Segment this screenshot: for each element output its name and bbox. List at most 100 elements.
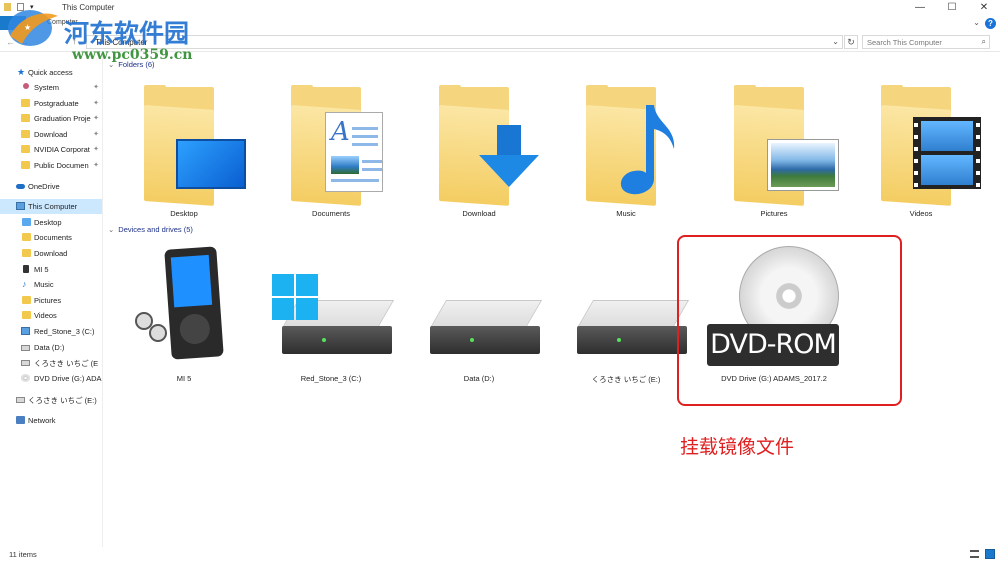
sidebar-item-postgraduate[interactable]: Postgraduate ✦	[0, 96, 102, 111]
svg-text:★: ★	[24, 23, 31, 32]
desktop-screen-icon	[176, 139, 246, 189]
folder-icon	[881, 85, 981, 206]
close-button[interactable]: ✕	[968, 0, 1000, 16]
media-player-icon	[164, 246, 224, 360]
windows-drive-icon	[21, 327, 30, 335]
folder-tile-music[interactable]: Music	[553, 85, 699, 227]
device-tile-drive-d[interactable]: Data (D:)	[406, 240, 552, 383]
folder-icon	[144, 85, 246, 206]
folder-icon	[21, 114, 30, 122]
refresh-button[interactable]: ↻	[844, 35, 858, 49]
pictures-icon	[22, 296, 31, 304]
ribbon-toggle-icon[interactable]: ⌄	[973, 18, 980, 27]
film-strip-icon	[913, 117, 981, 189]
sidebar-item-graduation[interactable]: Graduation Proje ✦	[0, 111, 102, 126]
usb-drive-icon	[16, 397, 25, 403]
details-view-icon[interactable]	[970, 550, 979, 558]
landscape-photo-icon	[767, 139, 839, 191]
download-icon	[22, 249, 31, 257]
star-icon: ★	[17, 67, 26, 77]
highlight-box	[677, 235, 902, 406]
hard-drive-icon	[429, 300, 543, 356]
folder-icon	[21, 161, 30, 169]
sidebar-item-this-computer[interactable]: This Computer	[0, 199, 102, 214]
folder-icon	[439, 85, 539, 206]
sidebar-item-system[interactable]: System ✦	[0, 80, 102, 95]
sidebar-item-onedrive[interactable]: OneDrive	[0, 179, 102, 194]
folder-icon	[586, 85, 675, 206]
folder-tile-pictures[interactable]: Pictures	[701, 85, 847, 227]
search-input[interactable]: Search This Computer ⌕	[862, 35, 990, 49]
sidebar-item-download[interactable]: Download	[0, 246, 102, 261]
pin-icon: ✦	[93, 146, 99, 153]
windows-logo-icon	[272, 274, 318, 320]
earbud-icon	[149, 324, 167, 342]
phone-icon	[23, 265, 29, 273]
item-count: 11 items	[9, 550, 37, 559]
help-icon[interactable]: ?	[985, 18, 996, 29]
watermark-name: 河东软件园	[64, 19, 190, 48]
large-icons-view-icon[interactable]	[985, 549, 995, 559]
music-note-icon	[620, 105, 675, 195]
device-tile-drive-c[interactable]: Red_Stone_3 (C:)	[258, 240, 404, 383]
sidebar-item-public-documents[interactable]: Public Documen ✦	[0, 158, 102, 173]
sidebar-item-quick-access[interactable]: ★ Quick access	[0, 65, 102, 80]
pin-icon: ✦	[93, 162, 99, 169]
address-dropdown-icon[interactable]: ⌄	[832, 37, 839, 46]
network-icon	[16, 416, 25, 424]
documents-icon	[22, 233, 31, 241]
drive-icon	[21, 345, 30, 351]
navigation-pane[interactable]: ★ Quick access System ✦ Postgraduate ✦ G…	[0, 53, 103, 547]
sidebar-item-network[interactable]: Network	[0, 413, 102, 428]
sidebar-item-mi5[interactable]: MI 5	[0, 262, 102, 277]
folder-icon	[734, 85, 839, 206]
folder-tile-documents[interactable]: A Documents	[258, 85, 404, 227]
pin-icon: ✦	[93, 131, 99, 138]
device-tile-mi5[interactable]: MI 5	[111, 240, 257, 383]
cloud-icon	[16, 184, 25, 189]
download-arrow-icon	[497, 125, 521, 155]
chevron-down-icon[interactable]: ⌄	[108, 225, 114, 234]
folder-icon	[21, 130, 30, 138]
document-page-icon: A	[325, 112, 383, 192]
sidebar-item-desktop[interactable]: Desktop	[0, 215, 102, 230]
pin-icon: ✦	[93, 115, 99, 122]
watermark-url: www.pc0359.cn	[72, 47, 193, 63]
folder-tile-videos[interactable]: Videos	[848, 85, 994, 227]
folder-tile-download[interactable]: Download	[406, 85, 552, 227]
search-placeholder: Search This Computer	[867, 38, 942, 47]
address-bar[interactable]: This Computer ⌄	[86, 35, 843, 49]
sidebar-item-drive-c[interactable]: Red_Stone_3 (C:)	[0, 324, 102, 339]
search-icon: ⌕	[981, 37, 986, 46]
folder-icon	[21, 99, 30, 107]
pin-icon: ✦	[93, 84, 99, 91]
folder-icon: A	[291, 85, 383, 206]
sidebar-item-drive-d[interactable]: Data (D:)	[0, 340, 102, 355]
sidebar-item-usb-e[interactable]: くろさき いちご (E:)	[0, 392, 102, 407]
videos-icon	[22, 311, 31, 319]
minimize-button[interactable]: —	[904, 0, 936, 16]
watermark-logo: ★	[8, 10, 58, 46]
folder-tile-desktop[interactable]: Desktop	[111, 85, 257, 227]
drive-icon	[21, 360, 30, 366]
folder-icon	[21, 145, 30, 153]
sidebar-item-music[interactable]: ♪ Music	[0, 277, 102, 292]
hard-drive-icon	[576, 300, 690, 356]
sidebar-item-documents[interactable]: Documents	[0, 230, 102, 245]
sidebar-item-pictures[interactable]: Pictures	[0, 293, 102, 308]
system-icon	[23, 83, 29, 89]
sidebar-item-videos[interactable]: Videos	[0, 308, 102, 323]
sidebar-item-nvidia[interactable]: NVIDIA Corporat ✦	[0, 142, 102, 157]
sidebar-item-drive-e[interactable]: くろさき いちご (E	[0, 355, 102, 370]
pin-icon: ✦	[93, 100, 99, 107]
window-title: This Computer	[62, 3, 115, 12]
group-header-devices[interactable]: ⌄ Devices and drives (5)	[108, 225, 193, 234]
status-bar: 11 items	[0, 547, 1000, 563]
annotation-text: 挂载镜像文件	[680, 436, 795, 458]
sidebar-item-dvd-drive[interactable]: DVD Drive (G:) ADA	[0, 371, 102, 386]
sidebar-item-download-quick[interactable]: Download ✦	[0, 127, 102, 142]
maximize-button[interactable]: ☐	[936, 0, 968, 16]
computer-icon	[16, 202, 25, 210]
music-icon: ♪	[22, 279, 27, 289]
dvd-icon	[21, 374, 30, 382]
